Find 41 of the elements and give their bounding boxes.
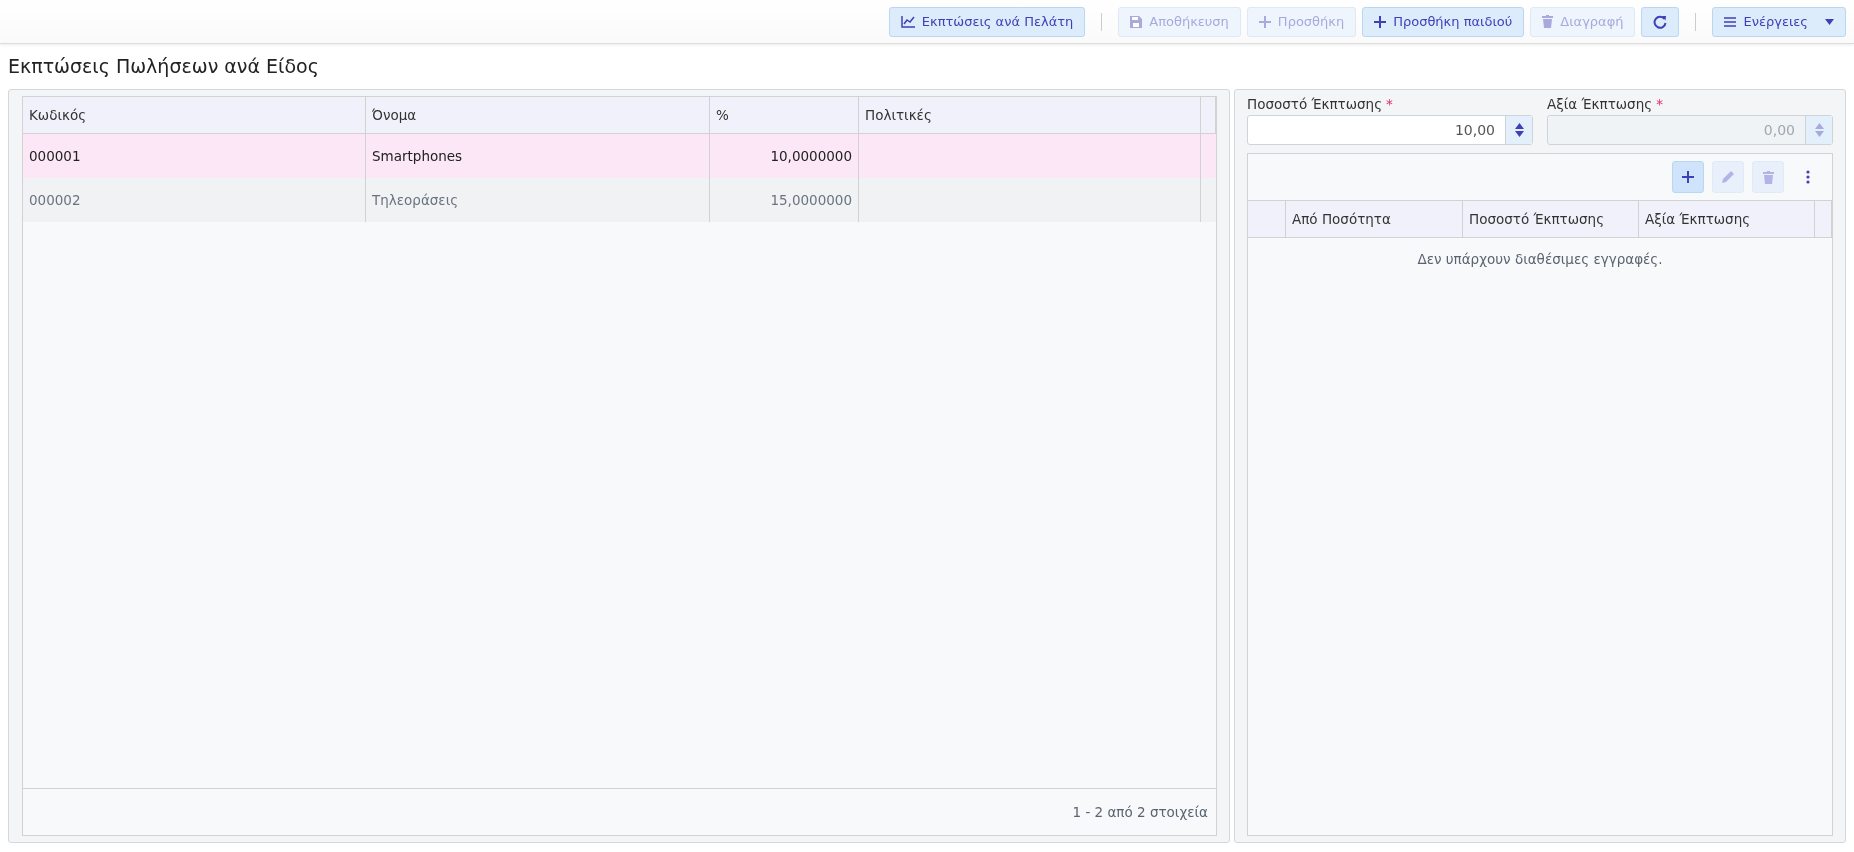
more-icon [1806,170,1810,184]
table-row[interactable]: 000001 Smartphones 10,0000000 [23,134,1216,178]
menu-icon [1724,16,1737,27]
number-field[interactable]: 10,00 [1247,115,1533,145]
pager-info: 1 - 2 από 2 στοιχεία [1072,804,1208,820]
table-row[interactable]: 000002 Τηλεοράσεις 15,0000000 [23,178,1216,222]
chart-icon [900,15,915,28]
field-label: Ποσοστό Έκπτωσης [1247,96,1383,112]
page-title: Εκπτώσεις Πωλήσεων ανά Είδος [7,54,320,79]
add-button[interactable] [1672,161,1704,193]
table-cell: 000001 [29,148,81,164]
plus-icon [1682,171,1694,183]
column-header[interactable]: Αξία Έκπτωσης [1645,211,1751,227]
table-cell: Smartphones [372,148,463,164]
column-header[interactable]: Ποσοστό Έκπτωσης [1469,211,1605,227]
column-header[interactable]: Όνομα [366,97,710,133]
table-cell: Τηλεοράσεις [372,192,459,208]
refresh-button[interactable] [1641,6,1680,37]
empty-message: Δεν υπάρχουν διαθέσιμες εγγραφές. [1417,251,1663,267]
trash-icon [1542,15,1554,28]
plus-icon [1374,15,1387,28]
refresh-icon [1653,14,1668,29]
column-header[interactable]: Πολιτικές [859,97,1201,133]
toolbar-button[interactable]: Ενέργειες [1712,6,1846,37]
trash-icon [1762,170,1774,184]
table-cell: 000002 [29,192,81,208]
toolbar-button[interactable]: Εκπτώσεις ανά Πελάτη [888,6,1086,37]
caret-icon [1825,18,1834,25]
save-icon [1130,15,1143,28]
table-cell: 15,0000000 [770,192,852,208]
column-header[interactable]: % [710,97,859,133]
column-header[interactable]: Κωδικός [23,97,366,133]
toolbar-button[interactable]: Προσθήκη παιδιού [1362,6,1525,37]
plus-icon [1258,15,1271,28]
spinner-icon[interactable] [1505,116,1532,144]
field-label: Αξία Έκπτωσης [1547,96,1653,112]
table-cell: 10,0000000 [770,148,852,164]
required-mark: * [1386,96,1393,112]
pencil-icon [1721,170,1735,184]
column-header[interactable]: Από Ποσότητα [1292,211,1391,227]
required-mark: * [1656,96,1663,112]
